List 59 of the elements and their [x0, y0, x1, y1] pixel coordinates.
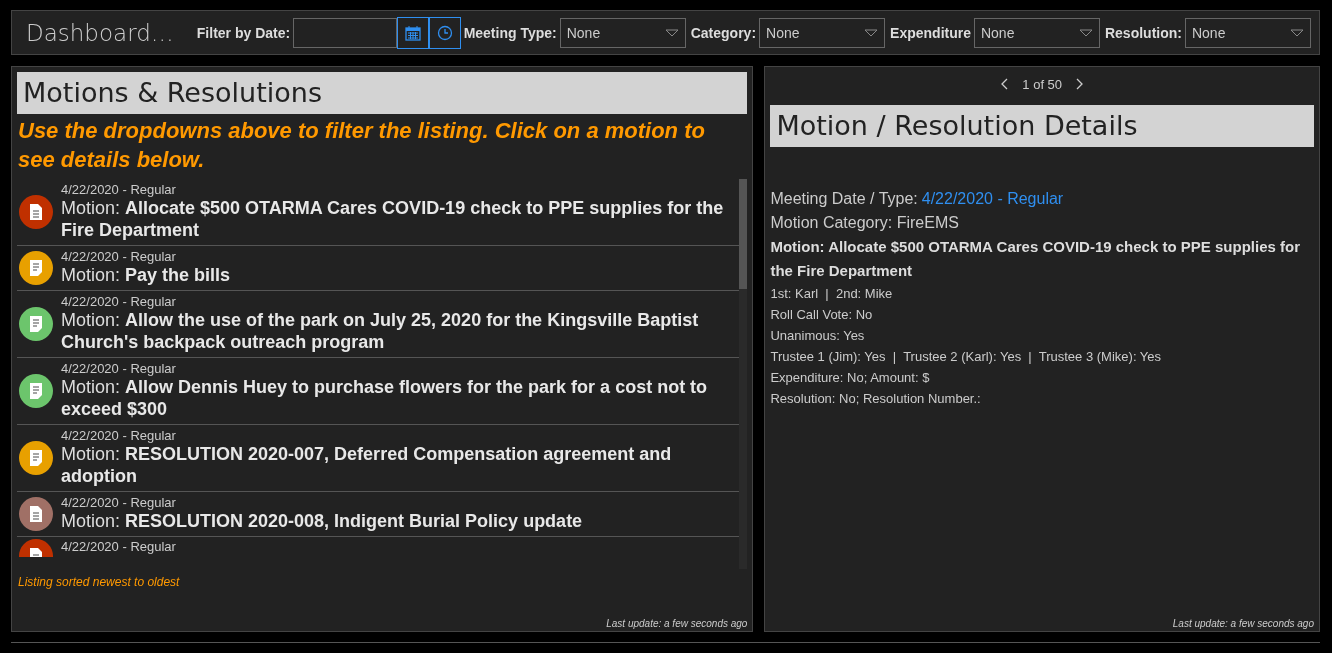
last-update-text: Last update: a few seconds ago [1171, 617, 1314, 629]
meeting-date-text: 4/22/2020 - Regular [61, 495, 177, 510]
caret-icon [1078, 28, 1093, 37]
filter-dropdown[interactable]: None [973, 17, 1100, 48]
motion-text: Motion: Allow Dennis Huey to purchase flowers for the park for a cost not to exceed $300 [61, 376, 709, 420]
motion-text: Motion: RESOLUTION 2020-007, Deferred Compensation agreement and adoption [61, 443, 673, 487]
caret-icon [864, 28, 879, 37]
motion-text: Motion: Allocate $500 OTARMA Cares COVID-19 check to PPE supplies for the Fire Department [61, 197, 725, 241]
meeting-date-text: 4/22/2020 - Regular [61, 249, 177, 264]
page-counter: 1 of 50 [1022, 76, 1063, 92]
motion-list-item[interactable]: 4/22/2020 - Regular [17, 537, 740, 557]
detail-text: Motion Category: FireEMS [770, 213, 960, 233]
meeting-date-text: 4/22/2020 - Regular [61, 539, 176, 554]
calendar-button[interactable] [397, 16, 429, 49]
motion-list-item[interactable]: 4/22/2020 - Regular Motion: Allocate $500 OTARMA Cares COVID-19 check to PPE supplies for the Fire Department [17, 179, 740, 246]
caret-icon [1289, 28, 1304, 37]
meeting-link[interactable]: 4/22/2020 - Regular [921, 190, 1064, 207]
meeting-date-text: 4/22/2020 - Regular [61, 428, 177, 443]
motion-list-item[interactable]: 4/22/2020 - Regular Motion: RESOLUTION 2020-008, Indigent Burial Policy update [17, 492, 740, 537]
motion-list-item[interactable]: 4/22/2020 - Regular Motion: RESOLUTION 2020-007, Deferred Compensation agreement and adoption [17, 425, 740, 492]
motion-list-item[interactable]: 4/22/2020 - Regular Motion: Allow the use of the park on July 25, 2020 for the Kingsville Baptist Church's backpack outreach program [17, 291, 740, 358]
detail-text: Motion: Allocate $500 OTARMA Cares COVID-19 check to PPE supplies for the Fire Department [770, 237, 1301, 281]
detail-text: 1st: Karl | 2nd: Mike [770, 285, 894, 303]
detail-text: Unanimous: Yes [770, 327, 866, 345]
instructions-text: Use the dropdowns above to filter the listing. Click on a motion to see details below. [17, 117, 706, 174]
detail-label: Meeting Date / Type: [770, 190, 918, 207]
motion-list-item[interactable]: 4/22/2020 - Regular Motion: Pay the bills [17, 246, 740, 291]
filter-label: Category: [690, 24, 757, 41]
filter-dropdown[interactable]: None [1184, 17, 1311, 48]
filter-dropdown[interactable]: None [559, 17, 686, 48]
clock-icon [436, 24, 453, 41]
dashboard-title: Dashboard… [26, 19, 174, 46]
detail-text: Trustee 1 (Jim): Yes | Trustee 2 (Karl): Yes | Trustee 3 (Mike): Yes [770, 348, 1163, 366]
last-update-text: Last update: a few seconds ago [605, 617, 748, 629]
meeting-date-text: 4/22/2020 - Regular [61, 361, 177, 376]
next-icon[interactable] [1076, 78, 1085, 90]
sort-note: Listing sorted newest to oldest [17, 574, 181, 589]
detail-text: Expenditure: No; Amount: $ [770, 369, 931, 387]
motion-text: Motion: RESOLUTION 2020-008, Indigent Burial Policy update [61, 510, 583, 532]
calendar-icon [405, 24, 421, 41]
panel-title: Motions & Resolutions [17, 72, 748, 114]
meeting-date-text: 4/22/2020 - Regular [61, 294, 177, 309]
motion-list-item[interactable]: 4/22/2020 - Regular Motion: Allow Dennis Huey to purchase flowers for the park for a cost not to exceed $300 [17, 358, 740, 425]
filter-dropdown[interactable]: None [759, 17, 886, 48]
panel-title: Motion / Resolution Details [770, 105, 1314, 147]
clock-button[interactable] [428, 16, 461, 49]
meeting-date-text: 4/22/2020 - Regular [61, 182, 177, 197]
scrollbar[interactable] [739, 179, 748, 569]
motion-text: Motion: Pay the bills [61, 264, 231, 286]
date-field[interactable] [293, 17, 398, 48]
motion-text: Motion: Allow the use of the park on July 25, 2020 for the Kingsville Baptist Church's backpack outreach program [61, 309, 700, 353]
filter-label: Filter by Date: [196, 24, 291, 41]
filter-label: Meeting Type: [463, 24, 557, 41]
caret-icon [664, 28, 679, 37]
filter-label: Resolution: [1104, 24, 1182, 41]
detail-text: Roll Call Vote: No [770, 306, 874, 324]
filter-label: Expenditure [890, 24, 971, 41]
previous-icon[interactable] [1000, 78, 1009, 90]
detail-text: Resolution: No; Resolution Number.: [770, 390, 982, 408]
